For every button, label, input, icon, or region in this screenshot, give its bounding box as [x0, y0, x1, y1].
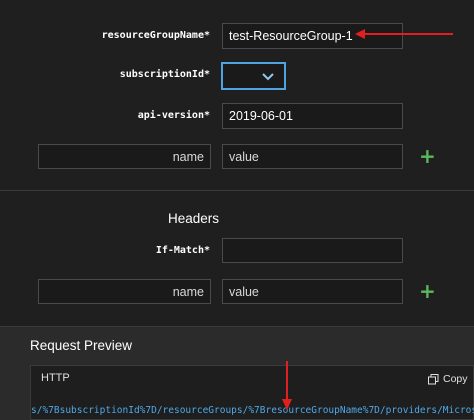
header-value-field[interactable]	[222, 279, 403, 304]
chevron-down-icon	[262, 73, 274, 81]
if-match-input[interactable]	[222, 238, 403, 263]
param-label-subscription-id: subscriptionId*	[119, 69, 210, 80]
param-value-field[interactable]	[222, 144, 403, 169]
copy-icon	[428, 373, 439, 384]
add-parameter-plus-icon[interactable]: +	[419, 146, 436, 166]
add-header-plus-icon[interactable]: +	[419, 281, 436, 301]
header-name-field[interactable]	[38, 279, 211, 304]
param-label-resource-group-name: resourceGroupName*	[101, 30, 210, 41]
param-name-field[interactable]	[38, 144, 211, 169]
headers-title: Headers	[168, 211, 220, 226]
annotation-arrow-left-icon	[355, 29, 453, 39]
header-label-if-match: If-Match*	[155, 245, 210, 256]
request-preview-title: Request Preview	[30, 338, 133, 353]
api-version-input[interactable]	[222, 103, 403, 129]
request-url-text: s/%7BsubscriptionId%7D/resourceGroups/%7…	[31, 405, 474, 416]
copy-label: Copy	[443, 373, 468, 385]
copy-button[interactable]: Copy	[428, 373, 468, 385]
param-label-api-version: api-version*	[137, 110, 210, 121]
subscription-id-select[interactable]	[221, 62, 286, 90]
annotation-arrow-down-icon	[282, 361, 292, 410]
http-label: HTTP	[41, 372, 70, 384]
